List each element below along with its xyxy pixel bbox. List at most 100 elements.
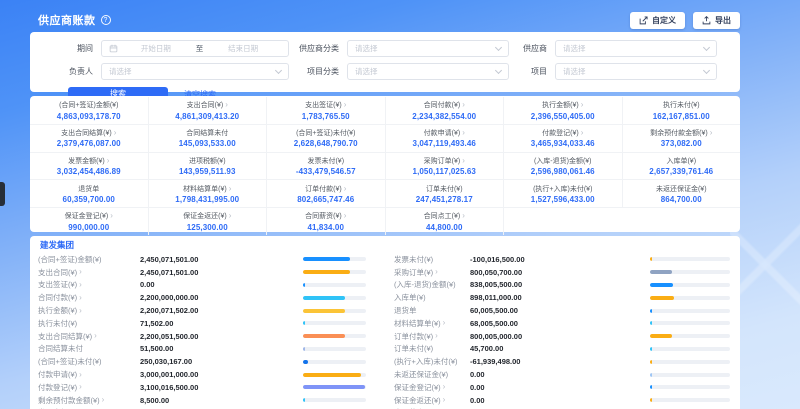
stat-value: 4,861,309,413.20 bbox=[175, 112, 239, 121]
drill-down-chevron[interactable]: › bbox=[710, 129, 713, 137]
stat-cell[interactable]: 材料结算单(¥)›1,798,431,995.00 bbox=[149, 180, 267, 208]
stat-value: 162,167,851.00 bbox=[653, 112, 710, 121]
drill-down-chevron[interactable]: › bbox=[443, 383, 446, 391]
stat-cell[interactable]: 付款登记(¥)›3,465,934,033.46 bbox=[504, 125, 622, 153]
detail-row-label[interactable]: 支出合同结算(¥) bbox=[38, 331, 92, 342]
drill-down-chevron[interactable]: › bbox=[79, 307, 82, 315]
stat-label: (合同+签证)未付(¥) bbox=[296, 128, 355, 138]
drill-down-chevron[interactable]: › bbox=[79, 268, 82, 276]
detail-row-label: 退货单 bbox=[394, 305, 417, 316]
drill-down-chevron[interactable]: › bbox=[443, 396, 446, 404]
stat-value: -433,479,546.57 bbox=[296, 167, 356, 176]
detail-row-value: 3,000,001,000.00 bbox=[140, 370, 303, 379]
detail-row-label[interactable]: 订单付款(¥) bbox=[394, 331, 433, 342]
detail-row: (执行+入库)未付(¥)-61,939,498.00 bbox=[394, 355, 732, 368]
project-category-select[interactable]: 请选择 bbox=[347, 63, 509, 80]
detail-row-label[interactable]: 保证金登记(¥) bbox=[394, 382, 441, 393]
stat-cell[interactable]: 订单付款(¥)›802,665,747.46 bbox=[267, 180, 385, 208]
drill-down-chevron[interactable]: › bbox=[435, 268, 438, 276]
chevron-down-icon bbox=[275, 67, 282, 74]
export-button[interactable]: 导出 bbox=[693, 12, 740, 29]
detail-row-label[interactable]: 剩余预付款金额(¥) bbox=[38, 395, 100, 406]
drill-down-chevron[interactable]: › bbox=[344, 185, 347, 193]
drill-down-chevron[interactable]: › bbox=[79, 281, 82, 289]
title-bar: 供应商账款 ? 自定义 导出 bbox=[30, 0, 740, 30]
drill-down-chevron[interactable]: › bbox=[94, 332, 97, 340]
drill-down-chevron[interactable]: › bbox=[225, 101, 228, 109]
drill-down-chevron[interactable]: › bbox=[344, 101, 347, 109]
stat-value: 2,596,980,061.46 bbox=[531, 167, 595, 176]
supplier-category-select[interactable]: 请选择 bbox=[347, 40, 509, 57]
detail-row-label[interactable]: 采购订单(¥) bbox=[394, 267, 433, 278]
detail-row-bar bbox=[650, 398, 730, 402]
detail-row-value: 68,005,500.00 bbox=[470, 319, 650, 328]
stat-cell[interactable]: 合同点工(¥)›44,800.00 bbox=[386, 208, 504, 235]
help-icon[interactable]: ? bbox=[101, 15, 111, 25]
collapsed-sidebar-handle[interactable] bbox=[0, 182, 5, 206]
project-label: 项目 bbox=[509, 66, 555, 77]
chevron-down-icon bbox=[703, 44, 710, 51]
owner-select[interactable]: 请选择 bbox=[101, 63, 289, 80]
date-range-input[interactable]: 开始日期 至 结束日期 bbox=[101, 40, 289, 57]
stat-cell[interactable]: 合同薪资(¥)›41,834.00 bbox=[267, 208, 385, 235]
detail-row-bar bbox=[303, 296, 366, 300]
drill-down-chevron[interactable]: › bbox=[229, 212, 232, 220]
drill-down-chevron[interactable]: › bbox=[79, 294, 82, 302]
stat-cell[interactable]: 支出合同(¥)›4,861,309,413.20 bbox=[149, 97, 267, 125]
detail-row-label[interactable]: 支出签证(¥) bbox=[38, 279, 77, 290]
supplier-select[interactable]: 请选择 bbox=[555, 40, 717, 57]
stat-cell[interactable]: 执行金额(¥)›2,396,550,405.00 bbox=[504, 97, 622, 125]
detail-row-label[interactable]: 材料结算单(¥) bbox=[394, 318, 441, 329]
drill-down-chevron[interactable]: › bbox=[110, 212, 113, 220]
stat-cell[interactable]: 支出合同结算(¥)›2,379,476,087.00 bbox=[30, 125, 148, 153]
drill-down-chevron[interactable]: › bbox=[79, 383, 82, 391]
drill-down-chevron[interactable]: › bbox=[581, 101, 584, 109]
detail-row-label: (入库-退货)金额(¥) bbox=[394, 279, 456, 290]
detail-row-bar-fill bbox=[303, 283, 305, 287]
drill-down-chevron[interactable]: › bbox=[462, 212, 465, 220]
stat-cell[interactable]: 合同付款(¥)›2,234,382,554.00 bbox=[386, 97, 504, 125]
stat-cell[interactable]: 保证金登记(¥)›990,000.00 bbox=[30, 208, 148, 235]
drill-down-chevron[interactable]: › bbox=[102, 396, 105, 404]
stat-cell[interactable]: 付款申请(¥)›3,047,119,493.46 bbox=[386, 125, 504, 153]
customize-button[interactable]: 自定义 bbox=[630, 12, 685, 29]
stat-cell[interactable]: 支出签证(¥)›1,783,765.50 bbox=[267, 97, 385, 125]
select-placeholder: 请选择 bbox=[355, 43, 378, 54]
detail-row-value: 2,450,071,501.00 bbox=[140, 255, 303, 264]
drill-down-chevron[interactable]: › bbox=[462, 101, 465, 109]
drill-down-chevron[interactable]: › bbox=[114, 129, 117, 137]
stat-cell[interactable]: 采购订单(¥)›1,050,117,025.63 bbox=[386, 153, 504, 181]
detail-row-bar bbox=[303, 334, 366, 338]
drill-down-chevron[interactable]: › bbox=[229, 185, 232, 193]
detail-row-label[interactable]: 保证金返还(¥) bbox=[394, 395, 441, 406]
drill-down-chevron[interactable]: › bbox=[107, 157, 110, 165]
detail-row-label: 入库单(¥) bbox=[394, 292, 426, 303]
stat-cell[interactable]: 发票金额(¥)›3,032,454,486.89 bbox=[30, 153, 148, 181]
detail-row-bar-fill bbox=[650, 373, 652, 377]
drill-down-chevron[interactable]: › bbox=[435, 332, 438, 340]
stat-cell[interactable]: 保证金返还(¥)›125,300.00 bbox=[149, 208, 267, 235]
detail-row: 执行金额(¥)›2,200,071,502.00 bbox=[38, 304, 376, 317]
detail-row-label[interactable]: 支出合同(¥) bbox=[38, 267, 77, 278]
drill-down-chevron[interactable]: › bbox=[581, 129, 584, 137]
drill-down-chevron[interactable]: › bbox=[462, 129, 465, 137]
drill-down-chevron[interactable]: › bbox=[462, 157, 465, 165]
stat-label: 合同薪资(¥) bbox=[305, 211, 342, 221]
project-select[interactable]: 请选择 bbox=[555, 63, 717, 80]
drill-down-chevron[interactable]: › bbox=[344, 212, 347, 220]
detail-row-label[interactable]: 付款申请(¥) bbox=[38, 369, 77, 380]
detail-row-bar bbox=[650, 360, 730, 364]
group-title[interactable]: 建发集团 bbox=[38, 240, 732, 251]
detail-row-value: -100,016,500.00 bbox=[470, 255, 650, 264]
stat-value: 2,628,648,790.70 bbox=[294, 139, 358, 148]
detail-row: 保证金返还(¥)›0.00 bbox=[394, 394, 732, 407]
drill-down-chevron[interactable]: › bbox=[443, 319, 446, 327]
stat-label: 合同结算未付 bbox=[186, 128, 228, 138]
detail-row-label[interactable]: 付款登记(¥) bbox=[38, 382, 77, 393]
drill-down-chevron[interactable]: › bbox=[79, 371, 82, 379]
detail-row-label[interactable]: 合同付款(¥) bbox=[38, 292, 77, 303]
stat-cell[interactable]: 剩余预付款金额(¥)›373,082.00 bbox=[623, 125, 741, 153]
detail-row-value: 51,500.00 bbox=[140, 344, 303, 353]
detail-row-label[interactable]: 执行金额(¥) bbox=[38, 305, 77, 316]
detail-row: 支出合同结算(¥)›2,200,051,500.00 bbox=[38, 330, 376, 343]
